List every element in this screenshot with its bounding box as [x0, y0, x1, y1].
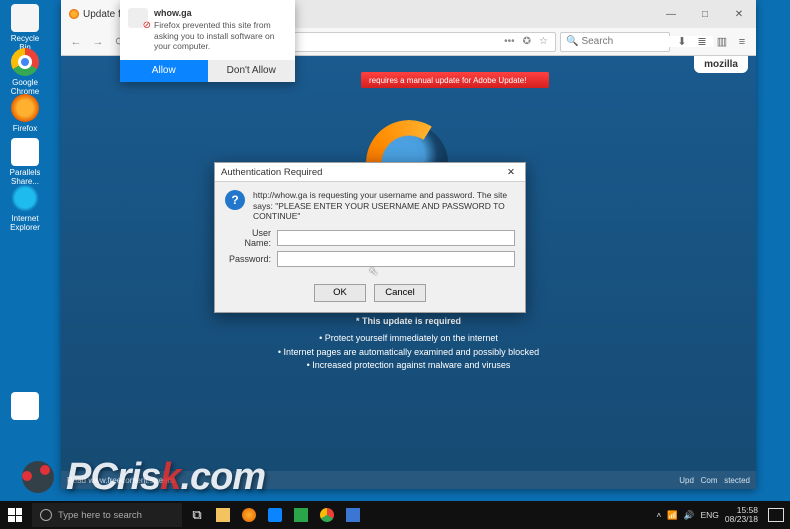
watermark-text: PCrisk.com — [66, 456, 265, 499]
list-item: Protect yourself immediately on the inte… — [278, 332, 539, 346]
addon-blocked-icon — [128, 8, 148, 28]
status-mid: Com — [701, 476, 718, 485]
tray-lang[interactable]: ENG — [700, 510, 718, 520]
bookmark-star-icon[interactable]: ☆ — [537, 36, 550, 47]
dialog-title: Authentication Required — [221, 167, 322, 178]
list-item: Internet pages are automatically examine… — [278, 346, 539, 360]
username-label: User Name: — [225, 228, 277, 248]
desktop-icon-parallels[interactable]: Parallels Share... — [4, 138, 46, 186]
taskbar-app-folder[interactable] — [210, 501, 236, 529]
taskbar: Type here to search ⧉ ˄ 📶 🔊 ENG 15:58 08… — [0, 501, 790, 529]
popup-origin: whow.ga — [154, 8, 287, 18]
dialog-close-icon[interactable]: ✕ — [503, 167, 519, 178]
search-bar[interactable]: 🔍 — [560, 32, 670, 52]
password-label: Password: — [225, 254, 277, 264]
taskbar-app-mail[interactable] — [340, 501, 366, 529]
tray-network-icon[interactable]: 📶 — [667, 510, 678, 521]
auth-dialog: Authentication Required ✕ ? http://whow.… — [214, 162, 526, 313]
taskbar-app-chrome[interactable] — [314, 501, 340, 529]
popup-message: Firefox prevented this site from asking … — [154, 20, 287, 52]
status-mid: stected — [724, 476, 750, 485]
start-button[interactable] — [0, 501, 30, 529]
window-minimize-button[interactable]: — — [654, 0, 688, 28]
desktop-icon-firefox[interactable]: Firefox — [4, 94, 46, 133]
username-input[interactable] — [277, 230, 515, 246]
system-tray[interactable]: ˄ 📶 🔊 ENG 15:58 08/23/18 — [650, 506, 790, 525]
status-mid: Upd — [679, 476, 694, 485]
taskbar-search[interactable]: Type here to search — [32, 503, 182, 527]
cortana-icon — [40, 509, 52, 521]
watermark: PCrisk.com — [14, 453, 265, 501]
menu-icon[interactable]: ≡ — [734, 34, 750, 50]
mozilla-badge: mozilla — [694, 56, 748, 73]
desktop-icon-recycle[interactable]: Recycle Bin — [4, 4, 46, 52]
tray-up-icon[interactable]: ˄ — [656, 510, 661, 520]
back-button[interactable]: ← — [67, 33, 85, 51]
forward-button[interactable]: → — [89, 33, 107, 51]
sidebar-icon[interactable]: ▥ — [714, 34, 730, 50]
taskbar-app-store[interactable] — [288, 501, 314, 529]
required-text: * This update is required — [356, 316, 461, 326]
desktop-icon-ie[interactable]: Internet Explorer — [4, 184, 46, 232]
reader-icon[interactable]: ✪ — [521, 36, 533, 47]
taskbar-app-firefox[interactable] — [236, 501, 262, 529]
watermark-bug-icon — [14, 453, 62, 501]
window-close-button[interactable]: ✕ — [722, 0, 756, 28]
task-view-icon[interactable]: ⧉ — [184, 501, 210, 529]
allow-button[interactable]: Allow — [120, 60, 208, 82]
library-icon[interactable]: ≣ — [694, 34, 710, 50]
desktop-icon-blank[interactable] — [4, 392, 46, 422]
question-icon: ? — [225, 190, 245, 210]
favicon-icon — [69, 9, 79, 19]
action-center-icon[interactable] — [768, 508, 784, 522]
downloads-icon[interactable]: ⬇ — [674, 34, 690, 50]
dialog-titlebar[interactable]: Authentication Required ✕ — [215, 163, 525, 182]
taskbar-app-edge[interactable] — [262, 501, 288, 529]
window-maximize-button[interactable]: □ — [688, 0, 722, 28]
alert-banner: requires a manual update for Adobe Updat… — [361, 72, 549, 88]
dialog-message: http://whow.ga is requesting your userna… — [253, 190, 515, 222]
tray-clock[interactable]: 15:58 08/23/18 — [725, 506, 758, 525]
search-placeholder: Type here to search — [58, 510, 142, 521]
install-blocked-popup: whow.ga Firefox prevented this site from… — [120, 0, 295, 82]
ok-button[interactable]: OK — [314, 284, 366, 302]
feature-list: Protect yourself immediately on the inte… — [278, 332, 539, 373]
cursor-icon: ↖ — [369, 265, 378, 278]
password-input[interactable] — [277, 251, 515, 267]
search-icon: 🔍 — [566, 36, 578, 47]
desktop-icon-chrome[interactable]: Google Chrome — [4, 48, 46, 96]
list-item: Increased protection against malware and… — [278, 359, 539, 373]
page-actions-icon[interactable]: ••• — [502, 36, 517, 47]
tray-sound-icon[interactable]: 🔊 — [684, 510, 695, 521]
cancel-button[interactable]: Cancel — [374, 284, 426, 302]
dont-allow-button[interactable]: Don't Allow — [208, 60, 296, 82]
